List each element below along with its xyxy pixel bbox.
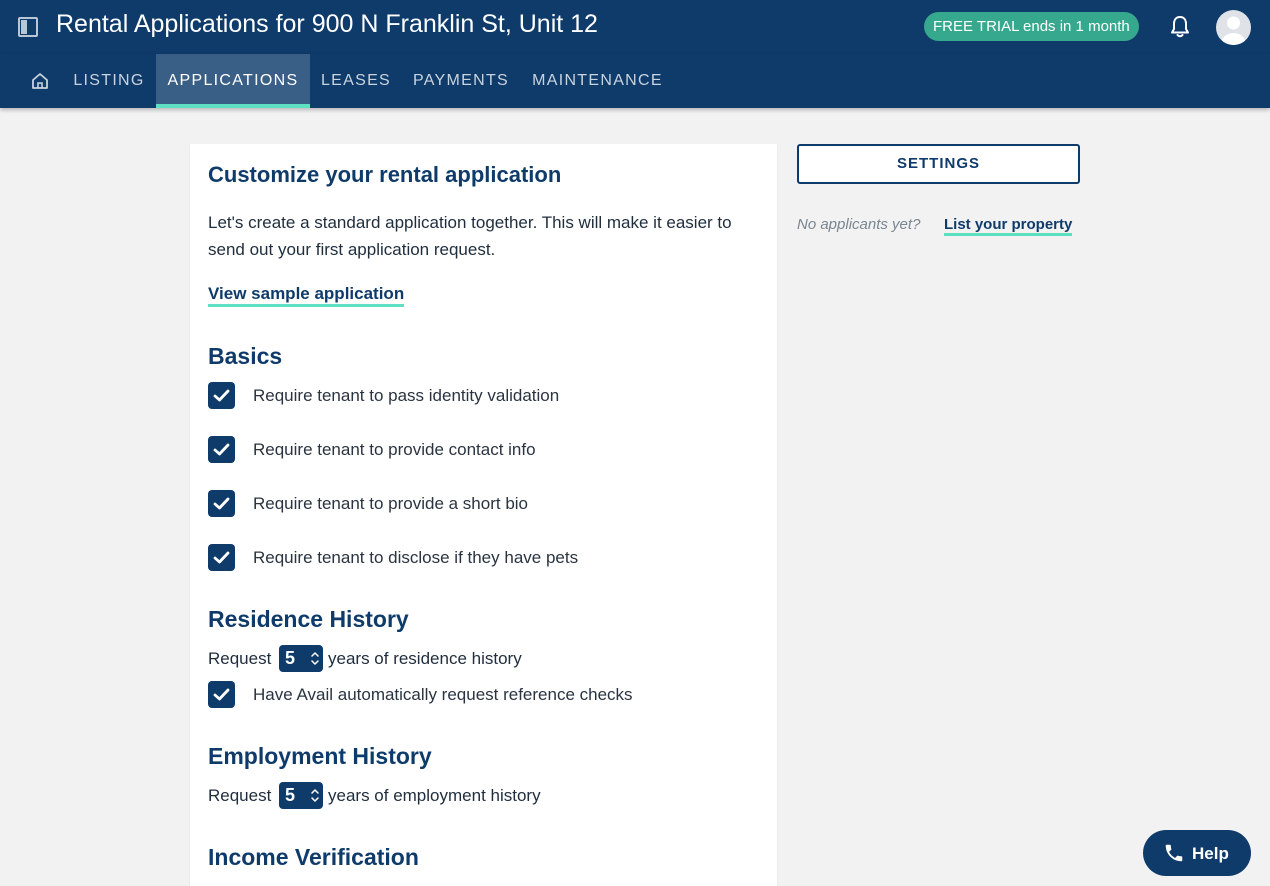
checkmark-icon	[213, 688, 230, 701]
reference-check-label: Have Avail automatically request referen…	[253, 685, 633, 704]
free-trial-badge[interactable]: FREE TRIAL ends in 1 month	[924, 12, 1139, 41]
employment-history-heading: Employment History	[208, 743, 432, 769]
application-settings-card: Customize your rental application Let's …	[190, 144, 777, 886]
employment-request-suffix: years of employment history	[328, 786, 541, 805]
reference-check-checkbox[interactable]	[208, 681, 235, 708]
residence-history-heading: Residence History	[208, 606, 409, 632]
intro-text: Let's create a standard application toge…	[208, 213, 732, 259]
residence-years-stepper[interactable]: 5	[279, 645, 323, 672]
view-sample-application-link[interactable]: View sample application	[208, 284, 405, 307]
top-bar: Rental Applications for 900 N Franklin S…	[0, 0, 1270, 54]
no-applicants-text: No applicants yet?	[797, 216, 921, 233]
checkmark-icon	[213, 551, 230, 564]
up-down-arrows-icon	[311, 789, 319, 802]
list-your-property-link[interactable]: List your property	[944, 216, 1073, 236]
basics-heading: Basics	[208, 343, 283, 369]
settings-button[interactable]: SETTINGS	[797, 144, 1080, 184]
checkmark-icon	[213, 389, 230, 402]
residence-years-value: 5	[285, 648, 296, 668]
employment-request-prefix: Request	[208, 786, 272, 805]
contact-info-label: Require tenant to provide contact info	[253, 440, 536, 459]
tab-listing[interactable]: LISTING	[62, 54, 156, 108]
short-bio-checkbox[interactable]	[208, 490, 235, 517]
home-icon[interactable]	[30, 72, 50, 90]
employment-years-stepper[interactable]: 5	[279, 782, 323, 809]
residence-request-suffix: years of residence history	[328, 649, 522, 668]
phone-icon	[1165, 844, 1183, 862]
identity-validation-checkbox[interactable]	[208, 382, 235, 409]
checkmark-icon	[213, 497, 230, 510]
sidebar-toggle-icon[interactable]	[18, 17, 38, 37]
employment-years-value: 5	[285, 785, 296, 805]
main-nav: LISTING APPLICATIONS LEASES PAYMENTS MAI…	[0, 54, 1270, 108]
identity-validation-label: Require tenant to pass identity validati…	[253, 386, 560, 405]
tab-leases[interactable]: LEASES	[310, 54, 402, 108]
card-title: Customize your rental application	[208, 162, 562, 187]
tab-payments[interactable]: PAYMENTS	[402, 54, 520, 108]
tab-maintenance[interactable]: MAINTENANCE	[520, 54, 675, 108]
page-title: Rental Applications for 900 N Franklin S…	[56, 10, 598, 38]
residence-request-prefix: Request	[208, 649, 272, 668]
tab-applications[interactable]: APPLICATIONS	[156, 54, 310, 108]
pets-disclosure-label: Require tenant to disclose if they have …	[253, 548, 579, 567]
help-button[interactable]: Help	[1143, 830, 1251, 876]
short-bio-label: Require tenant to provide a short bio	[253, 494, 529, 513]
checkmark-icon	[213, 443, 230, 456]
income-verification-heading: Income Verification	[208, 844, 419, 870]
user-silhouette-icon	[1221, 16, 1246, 45]
bell-icon[interactable]	[1168, 14, 1192, 40]
help-label: Help	[1192, 844, 1229, 863]
user-avatar[interactable]	[1216, 10, 1251, 45]
up-down-arrows-icon	[311, 652, 319, 665]
pets-disclosure-checkbox[interactable]	[208, 544, 235, 571]
contact-info-checkbox[interactable]	[208, 436, 235, 463]
